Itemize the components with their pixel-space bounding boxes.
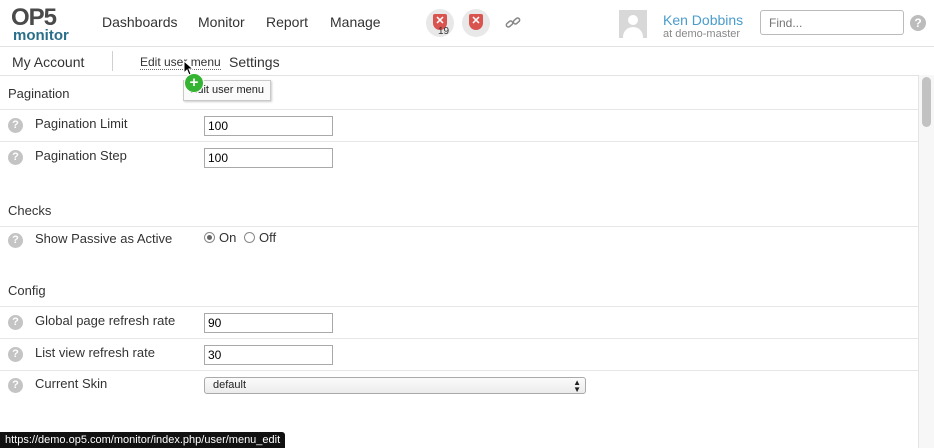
divider — [0, 370, 918, 371]
help-icon[interactable]: ? — [8, 347, 23, 362]
top-bar: OP5 monitor Dashboards Monitor Report Ma… — [0, 0, 934, 47]
plus-icon: + — [184, 73, 204, 93]
divider — [0, 226, 918, 227]
service-alerts-button[interactable]: ✕ — [462, 9, 490, 37]
user-name-link[interactable]: Ken Dobbins — [663, 12, 743, 28]
pagination-step-label: Pagination Step — [35, 148, 127, 163]
help-icon[interactable]: ? — [8, 378, 23, 393]
shield-alert-icon: ✕ — [469, 14, 483, 30]
section-title-checks: Checks — [8, 203, 52, 218]
logo-text-bottom: monitor — [13, 27, 69, 44]
current-skin-label: Current Skin — [35, 376, 108, 391]
settings-link[interactable]: Settings — [229, 54, 280, 70]
divider — [0, 141, 918, 142]
help-icon[interactable]: ? — [910, 15, 926, 31]
show-passive-label: Show Passive as Active — [35, 231, 173, 246]
radio-off[interactable] — [244, 232, 255, 243]
help-icon[interactable]: ? — [8, 315, 23, 330]
divider — [0, 338, 918, 339]
pagination-limit-input[interactable] — [204, 116, 333, 136]
nav-dashboards[interactable]: Dashboards — [102, 14, 178, 30]
page-title: My Account — [12, 54, 85, 70]
avatar[interactable] — [619, 10, 647, 38]
pagination-step-input[interactable] — [204, 148, 333, 168]
mouse-cursor-icon — [183, 60, 194, 76]
link-icon[interactable] — [505, 16, 521, 30]
nav-report[interactable]: Report — [266, 14, 308, 30]
host-alert-count: 19 — [438, 26, 450, 37]
op5-logo[interactable]: OP5 monitor — [11, 4, 73, 44]
host-alerts-button[interactable]: ✕ 19 — [426, 9, 454, 37]
section-title-pagination: Pagination — [8, 86, 70, 101]
skin-select-value: default — [213, 379, 247, 391]
skin-select[interactable]: default ▲ ▼ — [204, 377, 586, 394]
user-host: at demo-master — [663, 28, 741, 40]
radio-off-label[interactable]: Off — [259, 230, 276, 245]
list-view-refresh-label: List view refresh rate — [35, 345, 155, 360]
pagination-limit-label: Pagination Limit — [35, 116, 128, 131]
list-view-refresh-input[interactable] — [204, 345, 333, 365]
nav-manage[interactable]: Manage — [330, 14, 381, 30]
scrollbar-thumb[interactable] — [922, 77, 931, 127]
divider — [0, 306, 918, 307]
global-refresh-label: Global page refresh rate — [35, 313, 176, 328]
vertical-scrollbar[interactable] — [918, 75, 934, 448]
sub-navigation: My Account Edit user menu Settings — [0, 47, 934, 76]
help-icon[interactable]: ? — [8, 118, 23, 133]
divider — [112, 51, 113, 71]
radio-on[interactable] — [204, 232, 215, 243]
edit-user-menu-link[interactable]: Edit user menu — [140, 55, 221, 70]
radio-on-label[interactable]: On — [219, 230, 236, 245]
help-icon[interactable]: ? — [8, 150, 23, 165]
status-bar-url: https://demo.op5.com/monitor/index.php/u… — [0, 432, 286, 448]
select-arrows-icon: ▲ ▼ — [573, 378, 581, 394]
avatar-head — [628, 15, 638, 25]
nav-monitor[interactable]: Monitor — [198, 14, 245, 30]
search-input[interactable] — [760, 10, 904, 35]
divider — [0, 109, 918, 110]
global-refresh-input[interactable] — [204, 313, 333, 333]
section-title-config: Config — [8, 283, 46, 298]
avatar-body — [623, 27, 643, 38]
help-icon[interactable]: ? — [8, 233, 23, 248]
